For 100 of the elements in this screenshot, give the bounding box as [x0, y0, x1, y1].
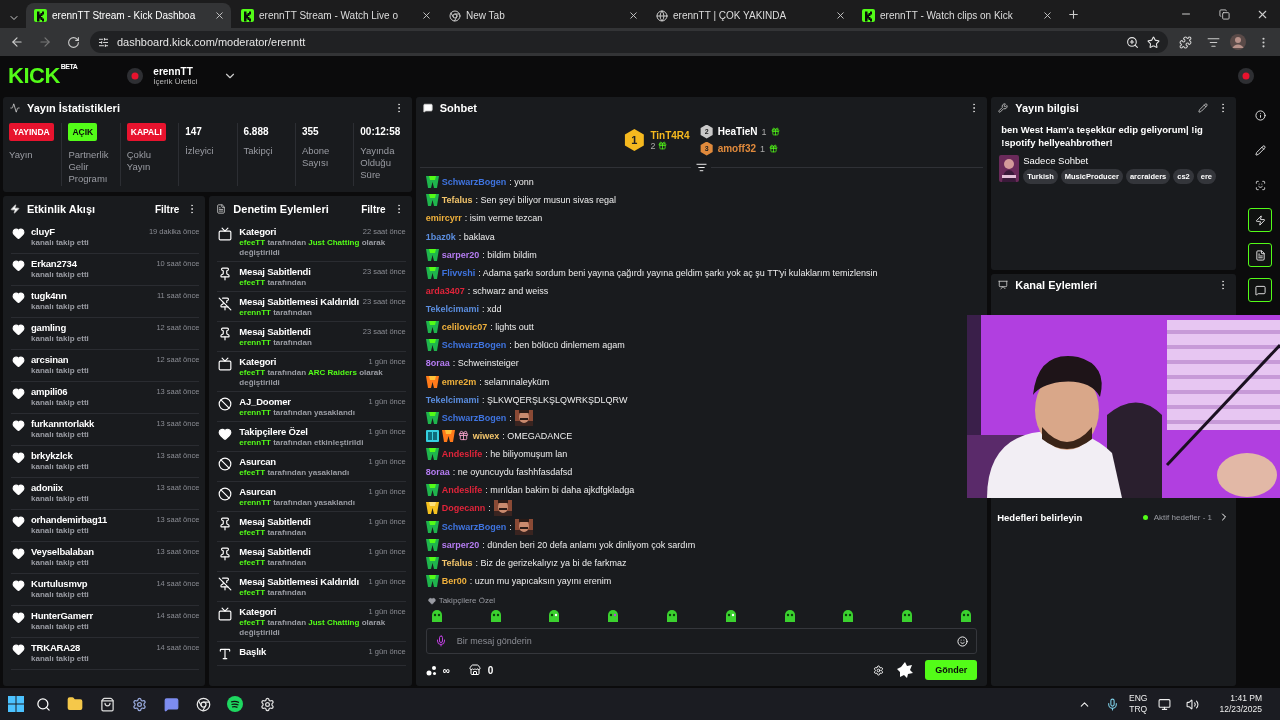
chat-message-text: :: [509, 521, 512, 532]
event-text: kanalı takip etti: [31, 622, 90, 632]
chat-username[interactable]: SchwarzBogen: [441, 412, 507, 423]
chat-username[interactable]: emircyrr: [425, 213, 462, 224]
chat-username[interactable]: Tefalus: [441, 195, 473, 206]
heart-icon: [427, 596, 436, 605]
document-icon[interactable]: [1248, 243, 1272, 267]
panel-title: Etkinlik Akışı: [27, 203, 97, 215]
heart-icon: [11, 290, 25, 304]
chat-message-text: :: [509, 412, 512, 423]
action-detail: efeeTT tarafından: [239, 528, 308, 538]
message-field[interactable]: Bir mesaj gönderin: [425, 628, 978, 654]
chat-username[interactable]: Andeslife: [441, 485, 483, 496]
emote-icon[interactable]: [488, 609, 503, 623]
chat-username[interactable]: 8oraa: [425, 467, 450, 478]
store-count: 0: [487, 664, 494, 676]
store-icon[interactable]: [467, 663, 482, 677]
zoom-icon[interactable]: [1126, 35, 1139, 49]
sub-badge-icon: [425, 411, 439, 424]
browser-tab[interactable]: New Tab: [440, 3, 645, 28]
site-settings-icon[interactable]: [98, 36, 109, 48]
address-bar[interactable]: dashboard.kick.com/moderator/erenntt: [90, 31, 1168, 53]
avatar-icon[interactable]: [1238, 67, 1254, 84]
emote-icon[interactable]: [959, 609, 974, 623]
chat-username[interactable]: celilovic07: [441, 322, 488, 333]
settings-icon[interactable]: [871, 663, 886, 677]
emoji-icon[interactable]: [956, 635, 969, 647]
profile-avatar-icon[interactable]: [1230, 34, 1246, 50]
stat-label: Yayında Olduğu Süre: [360, 145, 396, 181]
heart-icon: [217, 426, 234, 442]
follower-name: Veyselbalaban: [31, 546, 94, 557]
heart-icon: [11, 482, 25, 496]
heart-icon: [11, 450, 25, 464]
chat-username[interactable]: Ber00: [441, 575, 467, 586]
stream-title: ben West Ham'a teşekkür edip geliyorum| !ig !spotify hellyeahbrother!: [1000, 123, 1204, 150]
emote-icon[interactable]: [782, 609, 797, 623]
browser-icon: [448, 9, 461, 22]
browser-tab[interactable]: erennTT Stream - Kick Dashboa: [26, 3, 231, 28]
browser-tab[interactable]: erennTT | ÇOK YAKINDA: [647, 3, 852, 28]
burst-icon[interactable]: [897, 662, 914, 678]
gift-count: 2: [650, 140, 656, 151]
pencil-icon[interactable]: [1196, 101, 1211, 115]
message-input[interactable]: Bir mesaj gönderin: [454, 635, 949, 647]
panel-title: Kanal Eylemleri: [1015, 279, 1099, 291]
event-text: kanalı takip etti: [31, 398, 90, 408]
lightning-icon[interactable]: [1248, 208, 1272, 232]
chat-username[interactable]: 8oraa: [425, 358, 450, 369]
filter-button[interactable]: Filtre: [361, 203, 386, 215]
chat-message-text: : lights outt: [490, 322, 534, 333]
chat-username[interactable]: SchwarzBogen: [441, 521, 507, 532]
category-name: Sadece Sohbet: [1023, 155, 1090, 166]
chat-username[interactable]: sarper20: [441, 539, 480, 550]
action-detail: erennTT tarafından: [239, 338, 313, 348]
chat-username[interactable]: emre2m: [441, 376, 477, 387]
bookmark-star-icon[interactable]: [1147, 35, 1160, 49]
heart-icon: [11, 578, 25, 592]
clock[interactable]: 1:41 PM 12/23/2025: [1219, 693, 1262, 715]
action-detail: erennTT tarafından: [239, 308, 313, 318]
language-indicator[interactable]: ENG TRQ: [1129, 693, 1148, 715]
heart-icon: [11, 610, 25, 624]
music-app-icon[interactable]: [227, 696, 243, 712]
chat-username[interactable]: Andeslife: [441, 449, 483, 460]
action-title: Kategori: [239, 226, 277, 237]
chat-username[interactable]: SchwarzBogen: [441, 177, 507, 188]
chat-icon[interactable]: [1248, 278, 1272, 302]
chat-username[interactable]: wiwex: [472, 430, 500, 441]
emote-icon[interactable]: [900, 609, 915, 623]
channel-role: İçerik Üretici: [153, 76, 198, 86]
filter-button[interactable]: Filtre: [154, 203, 180, 215]
emote-icon[interactable]: [547, 609, 562, 623]
chat-username[interactable]: Tefalus: [441, 557, 473, 568]
action-detail: efeeTT tarafından Just Chatting olarak değiştirildi: [239, 618, 387, 638]
follower-name: tugk4nn: [31, 290, 67, 301]
event-text: kanalı takip etti: [31, 302, 90, 312]
collapse-icon[interactable]: [695, 161, 708, 173]
tv-icon: [217, 356, 234, 372]
browser-tab[interactable]: erennTT Stream - Watch Live o: [233, 3, 438, 28]
event-text: kanalı takip etti: [31, 526, 90, 536]
emote-icon[interactable]: [429, 609, 444, 623]
chat-username[interactable]: Tekelcimami: [425, 304, 480, 315]
browser-tab[interactable]: erennTT - Watch clips on Kick: [854, 3, 1059, 28]
send-button[interactable]: Gönder: [925, 660, 978, 680]
event-text: kanalı takip etti: [31, 590, 90, 600]
follower-name: furkanntorlakk: [31, 418, 95, 429]
mic-icon[interactable]: [434, 635, 447, 647]
favicon-icon: [241, 9, 254, 22]
chat-username[interactable]: Tekelcimami: [425, 394, 480, 405]
chat-username[interactable]: Flivvshi: [441, 267, 476, 278]
windows-start-icon[interactable]: [8, 696, 24, 712]
sub-badge-icon: [425, 538, 439, 551]
chat-username[interactable]: sarper20: [441, 249, 480, 260]
chat-username[interactable]: 1baz0k: [425, 231, 456, 242]
emote-icon[interactable]: [606, 609, 621, 623]
chat-username[interactable]: SchwarzBogen: [441, 340, 507, 351]
emote-icon[interactable]: [665, 609, 679, 623]
emote-icon[interactable]: [723, 609, 738, 623]
emote-icon[interactable]: [841, 609, 856, 623]
status-badge: AÇIK: [68, 123, 98, 141]
chat-username[interactable]: Dogecann: [441, 503, 486, 514]
chat-username[interactable]: arda3407: [425, 285, 465, 296]
